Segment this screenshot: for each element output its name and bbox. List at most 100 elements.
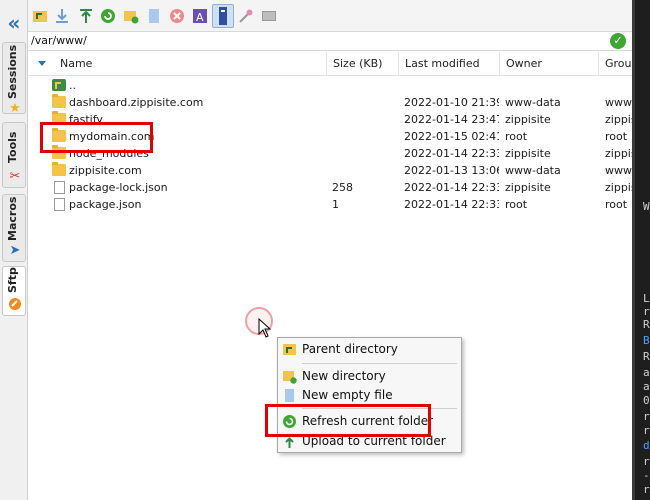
- file-icon: [54, 181, 65, 194]
- terminal-line: r: [643, 424, 650, 437]
- file-row[interactable]: zippisite.com 2022-01-13 13:06 www-data …: [28, 162, 632, 179]
- file-row[interactable]: package-lock.json 258 2022-01-14 22:33 z…: [28, 179, 632, 196]
- terminal-line: a: [643, 380, 650, 393]
- column-owner[interactable]: Owner: [499, 52, 598, 76]
- file-owner: zippisite: [505, 113, 551, 126]
- sftp-toolbar: A: [28, 0, 632, 32]
- menu-item-label: New empty file: [302, 388, 393, 402]
- parent-directory-icon: [282, 342, 297, 357]
- file-owner: root: [505, 130, 528, 143]
- download-icon[interactable]: [54, 8, 70, 24]
- file-size: [332, 111, 398, 128]
- rename-icon[interactable]: A: [192, 8, 208, 24]
- settings-icon[interactable]: [238, 8, 254, 24]
- upload-icon[interactable]: [78, 8, 94, 24]
- terminal-line: d: [643, 439, 650, 452]
- menu-item-new-directory[interactable]: New directory: [278, 367, 461, 386]
- tab-tools-label: Tools: [6, 131, 19, 163]
- file-owner: zippisite: [505, 181, 551, 194]
- path-bar: ✓: [28, 31, 632, 51]
- file-name: package.json: [69, 198, 142, 211]
- file-modified: 2022-01-14 22:33: [404, 198, 499, 211]
- terminal-line: r: [643, 455, 650, 468]
- file-row[interactable]: package.json 1 2022-01-14 22:33 root roo…: [28, 196, 632, 213]
- terminal-line: r: [643, 483, 650, 496]
- svg-text:A: A: [196, 11, 204, 24]
- file-name: dashboard.zippisite.com: [69, 96, 204, 109]
- menu-item-new-empty-file[interactable]: New empty file: [278, 386, 461, 405]
- text-mode-icon[interactable]: [212, 4, 234, 28]
- tab-macros[interactable]: Macros ➤: [2, 194, 26, 262]
- column-name[interactable]: Name: [54, 52, 326, 76]
- tab-tools[interactable]: Tools ✂: [2, 122, 26, 188]
- file-size: [332, 94, 398, 111]
- terminal-line: -: [643, 469, 650, 482]
- file-group: www: [605, 164, 632, 177]
- star-icon: ★: [9, 101, 21, 116]
- file-group: zippis: [605, 147, 632, 160]
- terminal-line: W: [643, 200, 650, 213]
- file-owner: zippisite: [505, 147, 551, 160]
- file-modified: 2022-01-10 21:39: [404, 96, 499, 109]
- menu-item-label: Parent directory: [302, 342, 398, 356]
- column-size[interactable]: Size (KB): [326, 52, 398, 76]
- terminal-panel[interactable]: W L r R B R a a 0 r r d r - r: [632, 0, 650, 500]
- file-size: [332, 162, 398, 179]
- file-owner: root: [505, 198, 528, 211]
- refresh-icon[interactable]: [100, 8, 116, 24]
- column-group[interactable]: Group: [598, 52, 639, 76]
- highlight-box-refresh: [265, 404, 431, 437]
- terminal-line: r: [643, 410, 650, 423]
- file-group: root: [605, 198, 628, 211]
- file-list-header: Name Size (KB) Last modified Owner Group: [28, 52, 639, 76]
- file-modified: 2022-01-15 02:41: [404, 130, 499, 143]
- delete-icon[interactable]: [169, 8, 185, 24]
- path-input[interactable]: [31, 34, 591, 47]
- file-name: ..: [69, 79, 76, 92]
- terminal-line: 0: [643, 394, 650, 407]
- folder-icon: [52, 94, 66, 108]
- column-modified[interactable]: Last modified: [398, 52, 499, 76]
- file-modified: 2022-01-14 22:33: [404, 147, 499, 160]
- sort-arrow-icon[interactable]: [38, 61, 46, 66]
- file-modified: 2022-01-14 22:33: [404, 181, 499, 194]
- file-group: root: [605, 130, 628, 143]
- sftp-icon: [7, 297, 23, 313]
- terminal-icon[interactable]: [261, 8, 277, 24]
- file-row-parent[interactable]: ..: [28, 77, 632, 94]
- menu-item-parent-directory[interactable]: Parent directory: [278, 340, 461, 359]
- file-owner: www-data: [505, 164, 561, 177]
- tools-icon: ✂: [9, 169, 21, 184]
- file-modified: 2022-01-14 23:47: [404, 113, 499, 126]
- terminal-line: R: [643, 350, 650, 363]
- new-file-icon[interactable]: [146, 8, 162, 24]
- file-owner: www-data: [505, 96, 561, 109]
- macros-icon: ➤: [9, 243, 21, 258]
- file-modified: 2022-01-13 13:06: [404, 164, 499, 177]
- parent-directory-icon[interactable]: [32, 8, 48, 24]
- tab-sftp[interactable]: Sftp: [2, 266, 26, 316]
- terminal-line: B: [643, 334, 650, 347]
- go-checkmark-icon[interactable]: ✓: [610, 33, 626, 49]
- folder-icon: [52, 162, 66, 176]
- file-size: [332, 145, 398, 162]
- tab-macros-label: Macros: [6, 196, 19, 241]
- file-row[interactable]: dashboard.zippisite.com 2022-01-10 21:39…: [28, 94, 632, 111]
- terminal-line: R: [643, 318, 650, 331]
- file-group: www: [605, 96, 632, 109]
- new-directory-icon: [282, 369, 297, 384]
- tab-sessions[interactable]: Sessions ★: [2, 42, 26, 116]
- new-directory-icon[interactable]: [123, 8, 139, 24]
- file-icon: [54, 198, 65, 211]
- menu-separator: [302, 363, 457, 364]
- file-name: zippisite.com: [69, 164, 142, 177]
- menu-item-label: New directory: [302, 369, 386, 383]
- file-size: [332, 128, 398, 145]
- terminal-line: a: [643, 366, 650, 379]
- tab-sessions-label: Sessions: [6, 44, 19, 99]
- file-group: zippis: [605, 181, 632, 194]
- file-size: 258: [332, 181, 353, 194]
- collapse-sidebar-icon[interactable]: «: [4, 13, 24, 34]
- tab-sftp-label: Sftp: [6, 267, 19, 293]
- new-file-icon: [282, 388, 297, 403]
